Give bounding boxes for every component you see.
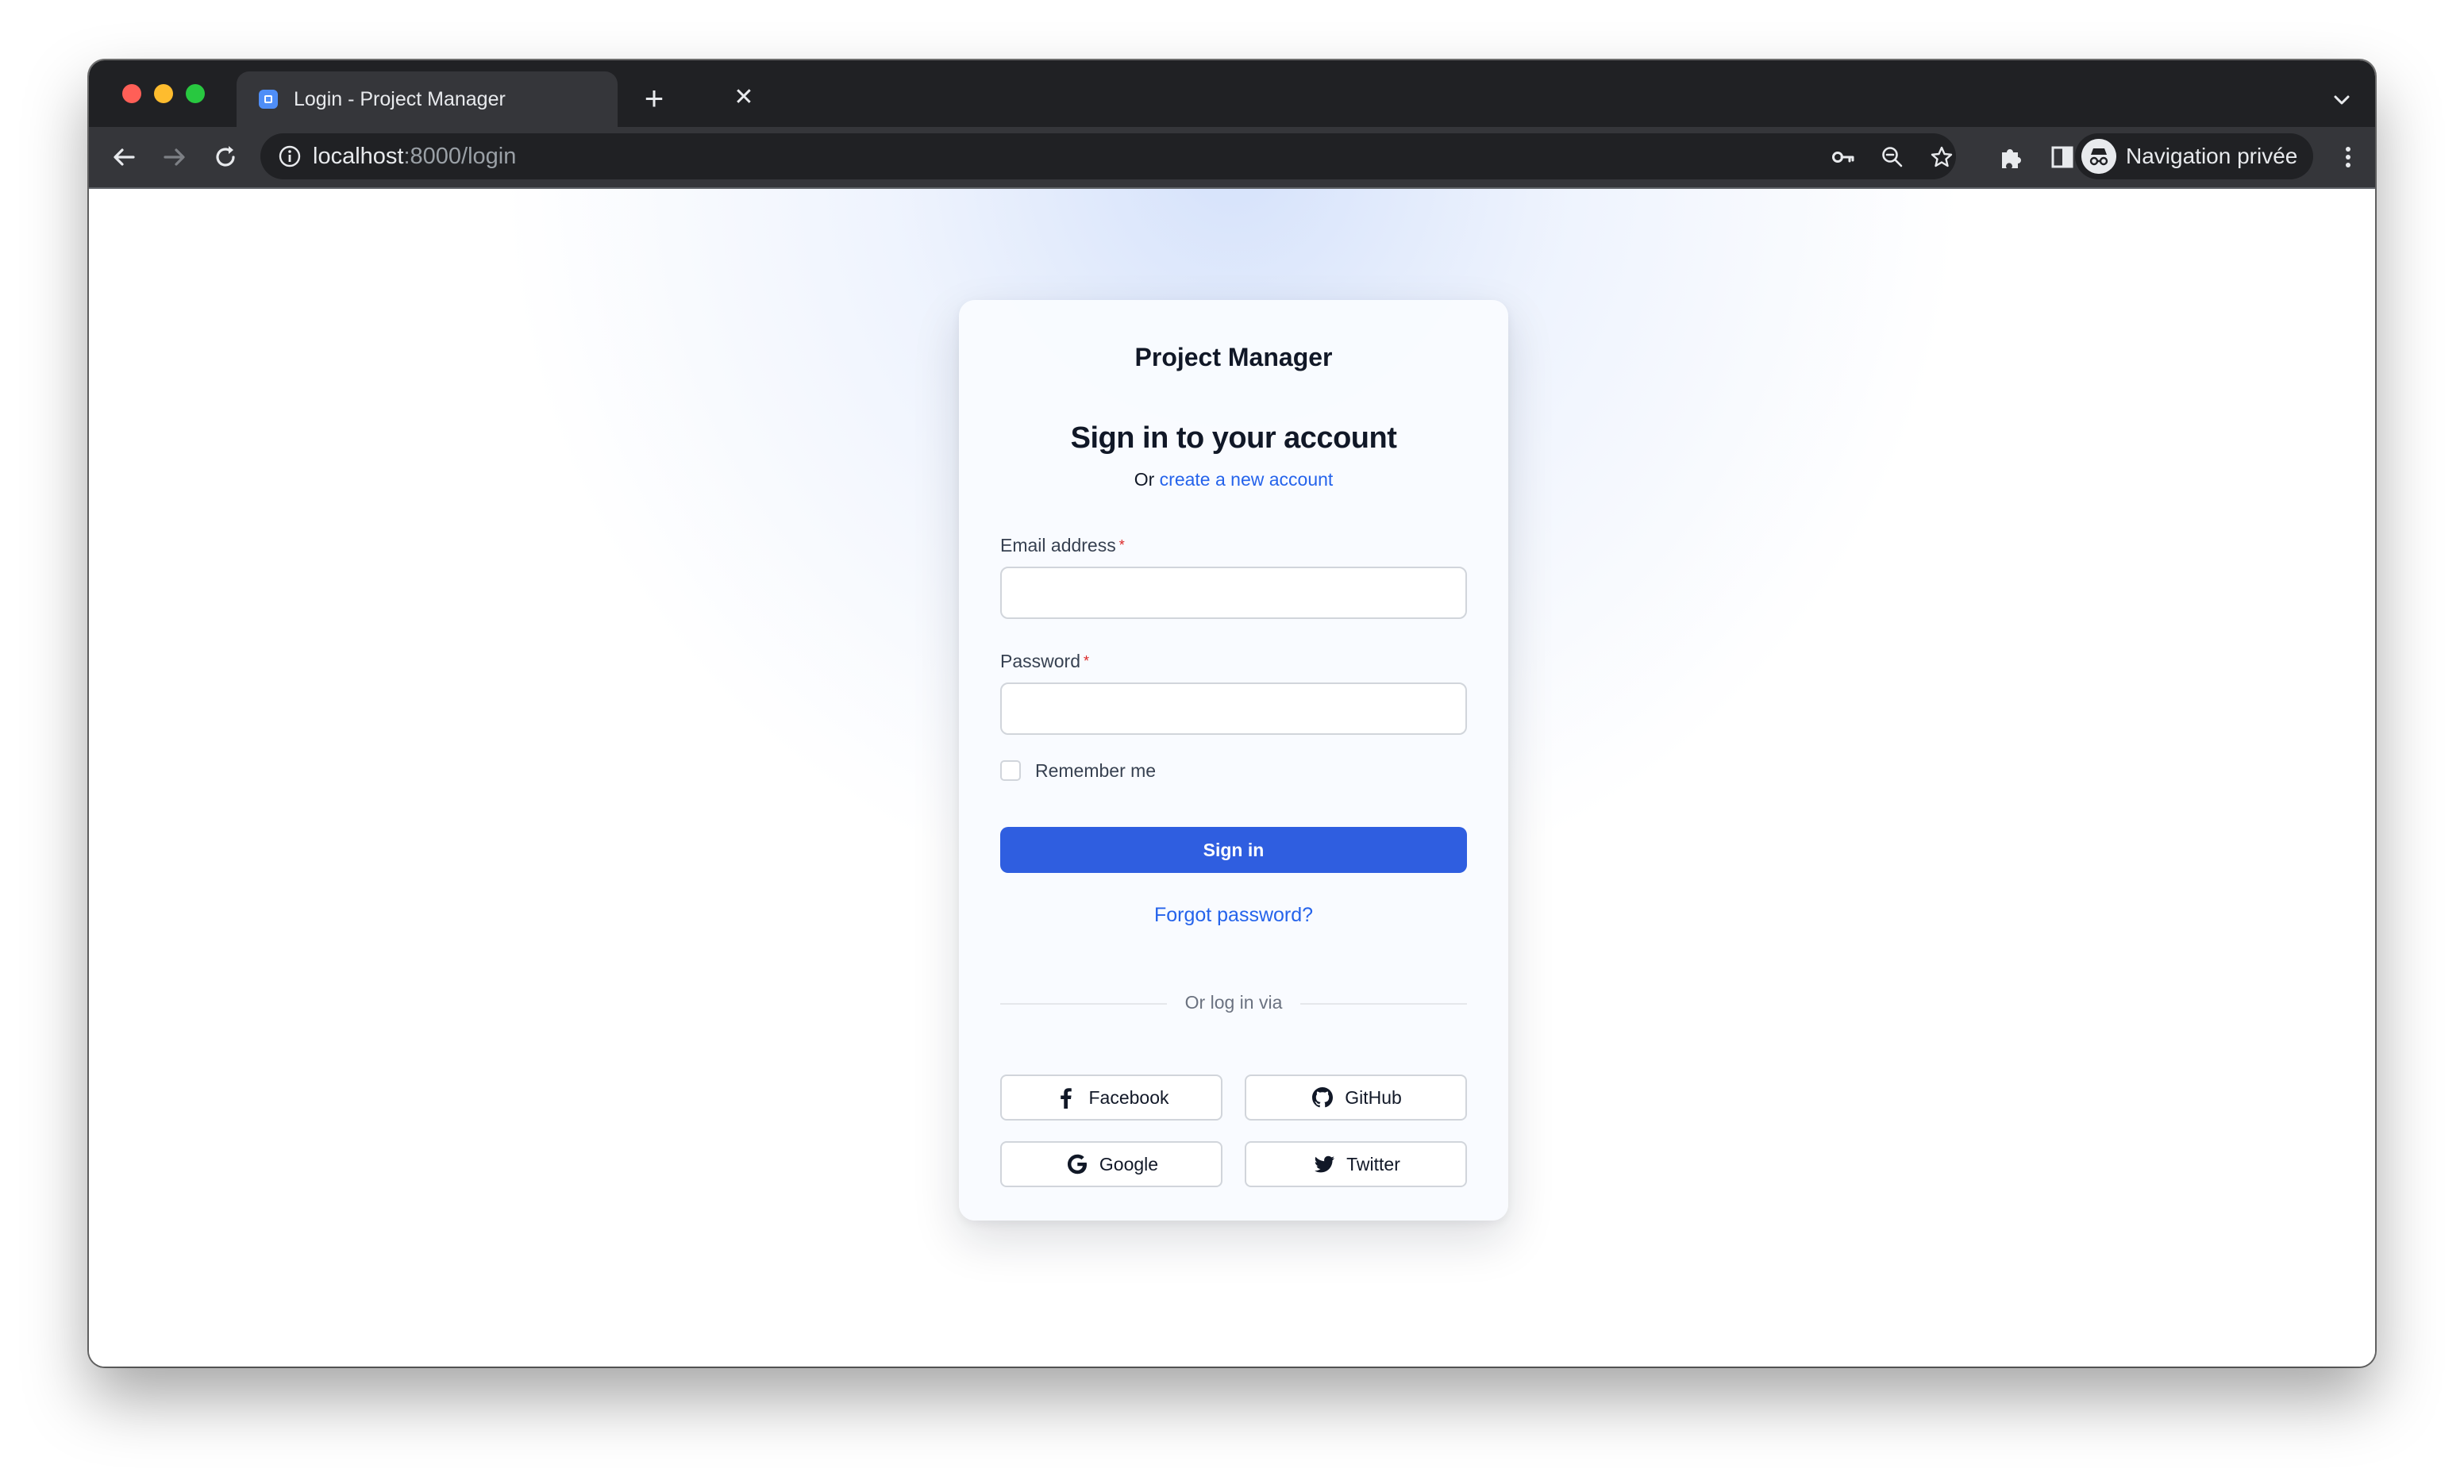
address-bar[interactable]: localhost:8000/login xyxy=(260,133,1956,179)
twitter-login-button[interactable]: Twitter xyxy=(1245,1141,1467,1187)
forgot-password-link[interactable]: Forgot password? xyxy=(959,902,1508,928)
browser-toolbar: localhost:8000/login Navigation privée xyxy=(89,127,2375,187)
create-account-link[interactable]: create a new account xyxy=(1160,469,1334,490)
site-info-icon[interactable] xyxy=(278,144,302,168)
password-key-icon[interactable] xyxy=(1831,144,1856,170)
sign-in-button[interactable]: Sign in xyxy=(1000,827,1467,873)
browser-window: Login - Project Manager ✕ + localhost:80… xyxy=(89,60,2375,1367)
tab-favicon-icon xyxy=(259,90,278,109)
address-url[interactable]: localhost:8000/login xyxy=(313,141,516,171)
facebook-icon xyxy=(1061,1088,1072,1109)
email-label: Email address * xyxy=(1000,533,1125,557)
incognito-profile-button[interactable]: Navigation privée xyxy=(2075,133,2313,179)
close-window-button[interactable] xyxy=(122,84,141,103)
tab-close-icon[interactable]: ✕ xyxy=(730,84,757,111)
google-icon xyxy=(1067,1154,1087,1175)
google-label: Google xyxy=(1099,1154,1159,1175)
back-arrow-icon[interactable] xyxy=(108,141,140,173)
page-title: Sign in to your account xyxy=(1070,421,1397,455)
remember-me-checkbox[interactable] xyxy=(1000,760,1021,781)
remember-me-label[interactable]: Remember me xyxy=(1035,759,1156,782)
facebook-label: Facebook xyxy=(1088,1087,1169,1108)
social-divider-label: Or log in via xyxy=(1184,992,1283,1013)
app-brand: Project Manager xyxy=(1134,343,1333,371)
email-label-text: Email address xyxy=(1000,535,1116,556)
minimize-window-button[interactable] xyxy=(154,84,173,103)
email-required-mark: * xyxy=(1118,537,1125,553)
side-panel-icon[interactable] xyxy=(2048,143,2077,171)
bookmark-star-icon[interactable] xyxy=(1929,144,1954,170)
url-path: :8000/login xyxy=(403,144,517,169)
github-label: GitHub xyxy=(1345,1087,1402,1108)
password-label-text: Password xyxy=(1000,651,1080,671)
maximize-window-button[interactable] xyxy=(186,84,205,103)
email-field[interactable] xyxy=(1000,567,1467,619)
reload-icon[interactable] xyxy=(210,141,241,173)
incognito-icon xyxy=(2081,139,2116,174)
url-host: localhost xyxy=(313,144,404,169)
profile-label: Navigation privée xyxy=(2126,144,2298,168)
page-viewport: Project Manager Sign in to your account … xyxy=(89,189,2375,1367)
tab-strip: Login - Project Manager ✕ + xyxy=(89,60,2375,127)
github-login-button[interactable]: GitHub xyxy=(1245,1075,1467,1121)
browser-tab-active[interactable]: Login - Project Manager ✕ xyxy=(237,71,754,127)
more-menu-icon[interactable] xyxy=(2337,143,2359,171)
twitter-label: Twitter xyxy=(1346,1154,1400,1175)
tab-title: Login - Project Manager xyxy=(294,88,506,110)
login-card: Project Manager Sign in to your account … xyxy=(959,300,1508,1221)
google-login-button[interactable]: Google xyxy=(1000,1141,1222,1187)
github-icon xyxy=(1312,1087,1334,1108)
password-label: Password * xyxy=(1000,649,1089,673)
zoom-out-icon[interactable] xyxy=(1880,144,1905,170)
password-required-mark: * xyxy=(1083,653,1089,669)
new-tab-icon[interactable]: + xyxy=(638,82,670,115)
password-field[interactable] xyxy=(1000,682,1467,735)
signup-prompt: Or create a new account xyxy=(959,467,1508,492)
facebook-login-button[interactable]: Facebook xyxy=(1000,1075,1222,1121)
tab-search-chevron-icon[interactable] xyxy=(2329,87,2354,113)
signup-prompt-prefix: Or xyxy=(1134,469,1155,490)
extensions-puzzle-icon[interactable] xyxy=(1997,143,2026,171)
forward-arrow-icon[interactable] xyxy=(159,141,191,173)
twitter-icon xyxy=(1315,1155,1335,1173)
